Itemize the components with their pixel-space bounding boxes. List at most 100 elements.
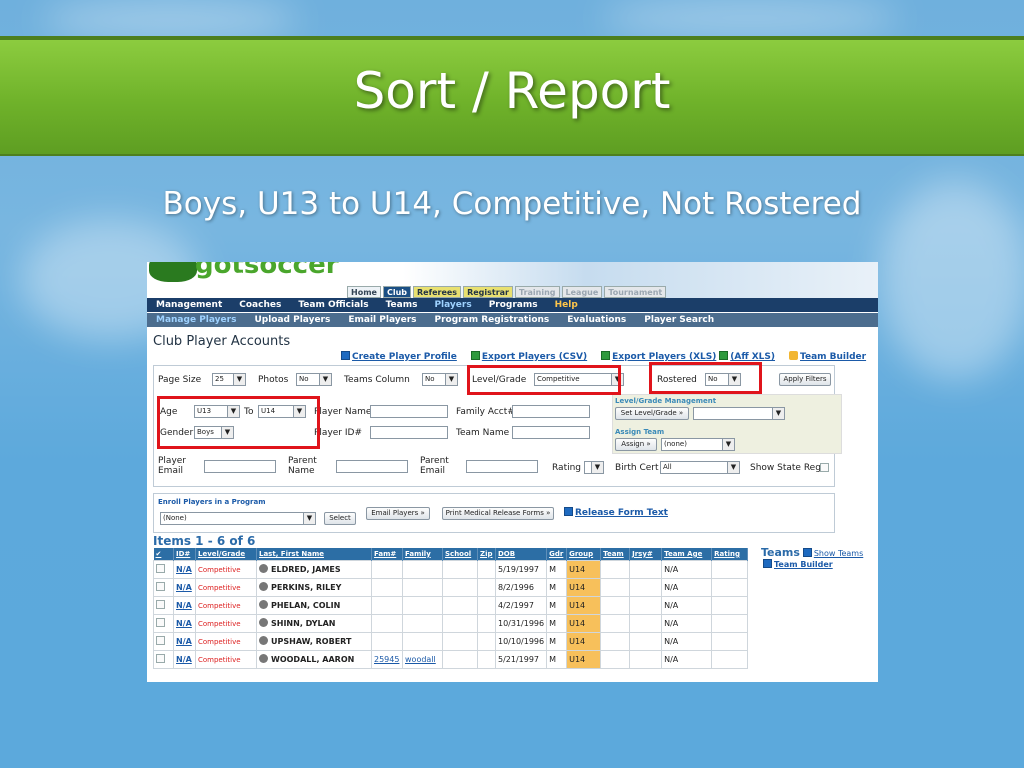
rostered-highlight [649,362,762,394]
player-id-link[interactable]: N/A [176,655,192,664]
set-level-button[interactable]: Set Level/Grade » [615,407,689,420]
release-form-link[interactable]: Release Form Text [575,508,668,518]
col-family[interactable]: Family [402,548,443,560]
parent-name-input[interactable] [336,460,408,473]
col-name[interactable]: Last, First Name [256,548,372,560]
row-checkbox[interactable] [156,653,165,663]
topnav-training[interactable]: Training [515,286,560,298]
team-age: N/A [664,582,679,592]
topnav-referees[interactable]: Referees [413,286,462,298]
col-zip[interactable]: Zip [477,548,496,560]
subnav-evaluations[interactable]: Evaluations [567,315,626,325]
photos-select[interactable]: No ▼ [296,373,332,386]
row-checkbox[interactable] [156,599,165,609]
subnav-email-players[interactable]: Email Players [348,315,416,325]
player-name[interactable]: PHELAN, COLIN [271,601,340,610]
col-team-age[interactable]: Team Age [661,548,713,560]
player-name[interactable]: UPSHAW, ROBERT [271,637,351,646]
nav-players[interactable]: Players [434,300,471,310]
team-name-input[interactable] [512,426,590,439]
gender: M [549,564,557,574]
player-id-link[interactable]: N/A [176,619,192,628]
dob: 4/2/1997 [498,600,534,610]
topnav-tournament[interactable]: Tournament [604,286,667,298]
email-players-button[interactable]: Email Players » [366,507,430,520]
age-gender-highlight [157,396,320,449]
topnav-league[interactable]: League [561,286,603,298]
assign-button[interactable]: Assign » [615,438,657,451]
export-xls-link[interactable]: Export Players (XLS) [612,352,716,362]
nav-coaches[interactable]: Coaches [239,300,281,310]
col-group[interactable]: Group [566,548,602,560]
col-jersey[interactable]: Jrsy# [629,548,663,560]
rating-select[interactable]: ▼ [584,461,604,474]
col-team[interactable]: Team [600,548,631,560]
subnav-player-search[interactable]: Player Search [644,315,714,325]
team-builder-link[interactable]: Team Builder [800,352,866,362]
table-header-row: ✔ ID# Level/Grade Last, First Name Fam# … [153,548,749,560]
subnav-upload-players[interactable]: Upload Players [254,315,330,325]
topnav-registrar[interactable]: Registrar [463,286,513,298]
player-name[interactable]: WOODALL, AARON [271,655,354,664]
family-link[interactable]: woodall [405,655,436,664]
aff-xls-link[interactable]: (Aff XLS) [730,352,775,362]
subnav-manage-players[interactable]: Manage Players [156,315,236,325]
player-name[interactable]: PERKINS, RILEY [271,583,341,592]
print-medical-forms-button[interactable]: Print Medical Release Forms » [442,507,554,520]
assign-team-select[interactable]: (none) ▼ [661,438,735,451]
player-id-link[interactable]: N/A [176,583,192,592]
nav-help[interactable]: Help [555,300,578,310]
team-builder-side-link[interactable]: Team Builder [774,560,833,569]
select-button[interactable]: Select [324,512,356,525]
player-name-label: Player Name [314,407,372,417]
col-check[interactable]: ✔ [153,548,174,560]
player-id-link[interactable]: N/A [176,637,192,646]
row-checkbox[interactable] [156,581,165,591]
create-player-profile-link[interactable]: Create Player Profile [352,352,457,362]
player-id-link[interactable]: N/A [176,601,192,610]
player-name-input[interactable] [370,405,448,418]
photo-placeholder-icon [259,582,268,591]
player-id-input[interactable] [370,426,448,439]
row-checkbox[interactable] [156,617,165,627]
table-row: N/A Competitive ELDRED, JAMES 5/19/1997 M U14… [153,559,749,579]
topnav-club[interactable]: Club [382,286,411,298]
program-select[interactable]: (None) ▼ [160,512,316,525]
nav-programs[interactable]: Programs [489,300,538,310]
show-state-reg-checkbox[interactable] [820,463,829,472]
topnav-home[interactable]: Home [347,286,381,298]
player-email-input[interactable] [204,460,276,473]
player-id-link[interactable]: N/A [176,565,192,574]
family-acct-input[interactable] [512,405,590,418]
player-name[interactable]: SHINN, DYLAN [271,619,335,628]
birth-cert-select[interactable]: All ▼ [660,461,740,474]
gotsoccer-logo: gotsoccer .com [149,262,339,284]
teams-column-select[interactable]: No ▼ [422,373,458,386]
col-rating[interactable]: Rating [711,548,749,560]
row-checkbox[interactable] [156,635,165,645]
parent-email-input[interactable] [466,460,538,473]
player-name[interactable]: ELDRED, JAMES [271,565,341,574]
col-id[interactable]: ID# [173,548,196,560]
col-level[interactable]: Level/Grade [195,548,257,560]
subnav-program-registrations[interactable]: Program Registrations [435,315,550,325]
parent-email-label: Parent Email [420,456,449,476]
col-fam[interactable]: Fam# [371,548,403,560]
management-panel: Level/Grade Management Set Level/Grade »… [612,394,842,454]
row-checkbox[interactable] [156,563,165,573]
nav-teams[interactable]: Teams [386,300,418,310]
apply-filters-button[interactable]: Apply Filters [779,373,831,386]
col-school[interactable]: School [442,548,478,560]
page-size-select[interactable]: 25 ▼ [212,373,246,386]
col-gdr[interactable]: Gdr [546,548,568,560]
player-email-label: Player Email [158,456,187,476]
group: U14 [569,618,586,628]
col-dob[interactable]: DOB [495,548,548,560]
teams-panel: Teams Show Teams Team Builder [761,546,863,570]
level-set-select[interactable]: ▼ [693,407,785,420]
export-csv-link[interactable]: Export Players (CSV) [482,352,587,362]
nav-team-officials[interactable]: Team Officials [298,300,368,310]
show-teams-link[interactable]: Show Teams [814,549,863,558]
nav-management[interactable]: Management [156,300,222,310]
family-number-link[interactable]: 25945 [374,655,399,664]
